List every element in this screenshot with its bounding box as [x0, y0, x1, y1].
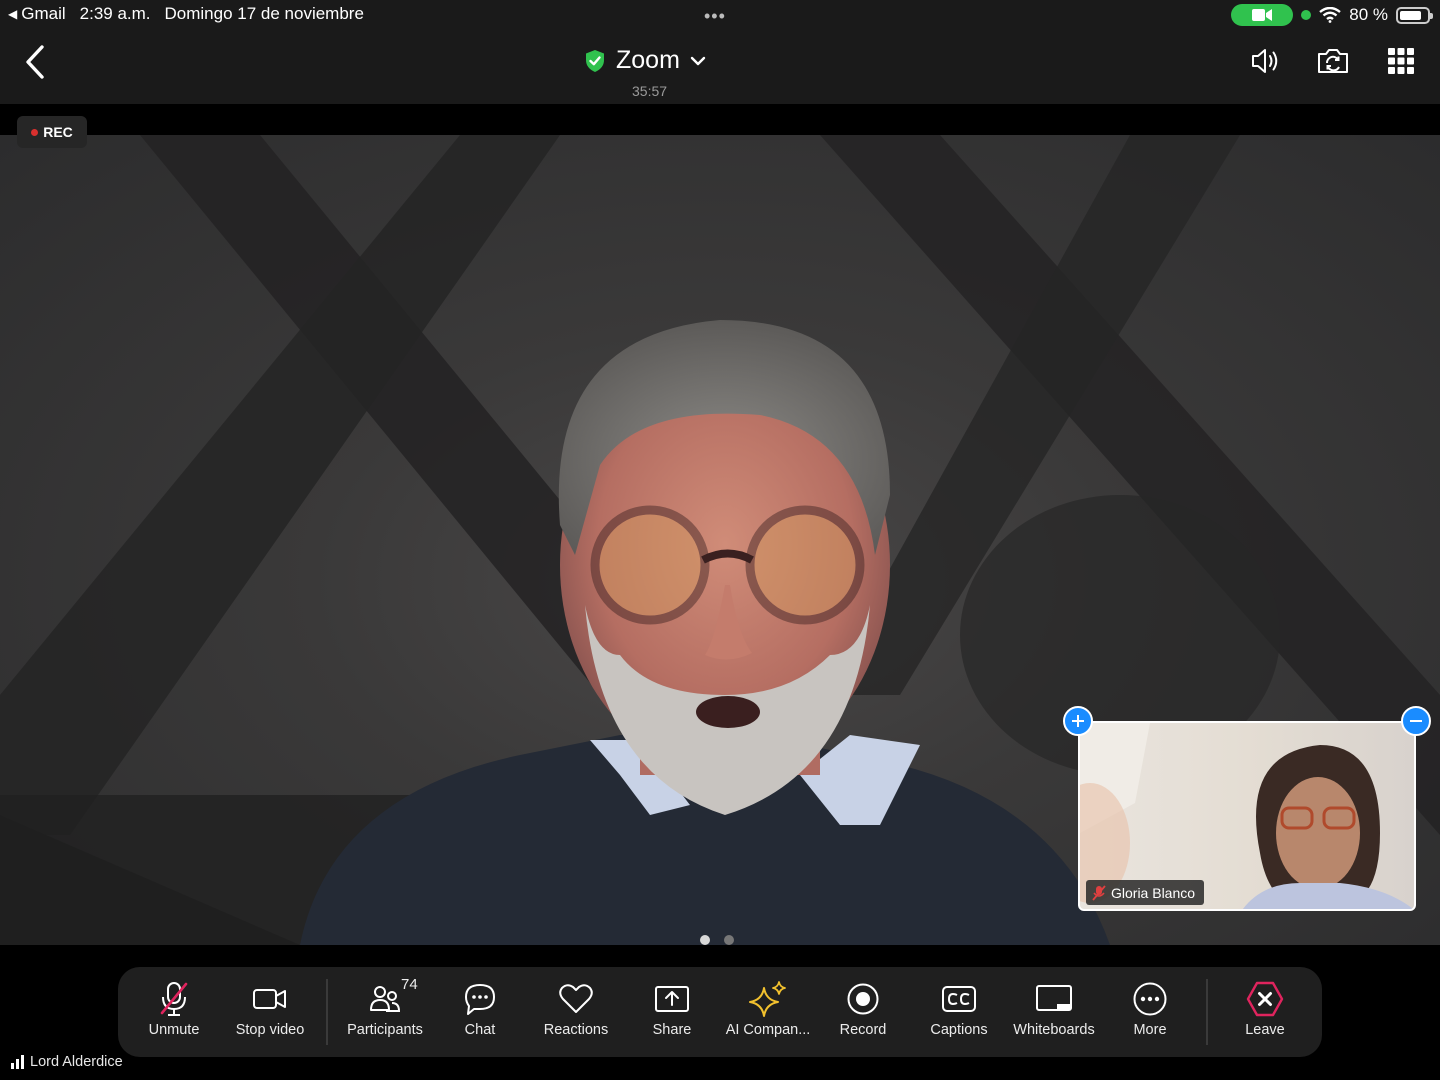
muted-mic-icon [1092, 884, 1106, 901]
switch-camera-button[interactable] [1315, 44, 1349, 78]
gallery-view-button[interactable] [1384, 44, 1418, 78]
recording-label: REC [43, 124, 73, 140]
recording-badge: REC [17, 116, 87, 148]
chat-button[interactable]: Chat [432, 979, 528, 1049]
ai-companion-label: AI Compan... [725, 1022, 811, 1038]
share-button[interactable]: Share [624, 979, 720, 1049]
closed-captions-icon [942, 986, 976, 1012]
more-label: More [1133, 1022, 1167, 1038]
captions-button[interactable]: Captions [911, 979, 1007, 1049]
participants-label: Participants [347, 1022, 423, 1038]
sparkle-icon [749, 981, 786, 1017]
self-view-video[interactable]: Gloria Blanco [1078, 721, 1416, 911]
share-screen-icon [655, 986, 689, 1012]
stop-video-button[interactable]: Stop video [222, 979, 318, 1049]
unmute-button[interactable]: Unmute [126, 979, 222, 1049]
page-dot-1[interactable] [700, 935, 710, 945]
unmute-label: Unmute [148, 1022, 200, 1038]
page-indicator[interactable] [700, 935, 734, 945]
leave-button[interactable]: Leave [1217, 979, 1313, 1049]
meeting-title: Zoom [616, 46, 680, 74]
active-speaker-name: Lord Alderdice [30, 1054, 123, 1070]
participants-count: 74 [401, 976, 418, 993]
meeting-duration: 35:57 [632, 83, 668, 99]
microphone-muted-icon [160, 982, 188, 1016]
more-options-icon [1133, 982, 1167, 1016]
whiteboards-label: Whiteboards [1013, 1022, 1095, 1038]
privacy-dot [1301, 10, 1312, 20]
whiteboard-icon [1036, 985, 1072, 1011]
minus-icon [1410, 720, 1422, 722]
camera-in-use-indicator [1231, 4, 1294, 26]
shield-check-icon [586, 49, 604, 72]
speaker-button[interactable] [1248, 44, 1282, 78]
toolbar-separator [1206, 979, 1208, 1045]
heart-icon [559, 984, 593, 1013]
reactions-label: Reactions [543, 1022, 609, 1038]
grid-icon [1388, 48, 1414, 74]
recording-dot-icon [31, 128, 39, 136]
status-date: Domingo 17 de noviembre [164, 4, 364, 23]
meeting-header: Zoom 35:57 [0, 30, 1440, 104]
status-bar: ◀ Gmail 2:39 a.m. Domingo 17 de noviembr… [0, 0, 1440, 30]
reactions-button[interactable]: Reactions [528, 979, 624, 1049]
multitask-dots[interactable]: ••• [704, 6, 726, 27]
meeting-title-menu[interactable]: Zoom [584, 46, 706, 75]
back-app-label: Gmail [21, 4, 66, 23]
camera-flip-icon [1318, 49, 1348, 73]
ai-companion-button[interactable]: AI Compan... [720, 979, 816, 1049]
more-button[interactable]: More [1102, 979, 1198, 1049]
status-time: 2:39 a.m. [79, 4, 151, 23]
self-view-name-tag: Gloria Blanco [1086, 880, 1205, 905]
whiteboards-button[interactable]: Whiteboards [1006, 979, 1102, 1049]
chat-bubble-icon [465, 984, 495, 1015]
toolbar-separator [326, 979, 328, 1045]
stop-video-label: Stop video [235, 1022, 305, 1038]
share-label: Share [652, 1022, 692, 1038]
back-to-app[interactable]: ◀ Gmail [8, 4, 66, 24]
participants-icon [370, 986, 401, 1012]
chevron-down-icon [690, 56, 706, 65]
leave-icon [1246, 981, 1284, 1017]
chat-label: Chat [464, 1022, 496, 1038]
chevron-left-icon [26, 45, 44, 79]
self-view-name: Gloria Blanco [1111, 884, 1196, 901]
video-camera-icon [253, 989, 286, 1009]
page-dot-2[interactable] [724, 935, 734, 945]
battery-percent: 80 % [1349, 5, 1388, 24]
video-camera-icon [1252, 9, 1273, 21]
back-triangle-icon: ◀ [8, 7, 18, 21]
battery-icon [1396, 6, 1433, 24]
speaker-icon [1252, 49, 1278, 73]
captions-label: Captions [930, 1022, 988, 1038]
signal-bars-icon [11, 1055, 24, 1069]
record-button[interactable]: Record [815, 979, 911, 1049]
meeting-toolbar: Unmute Stop video 74 Participants Chat R… [118, 967, 1322, 1057]
plus-icon [1072, 715, 1084, 727]
self-view-expand-button[interactable] [1063, 706, 1093, 736]
self-view-minimize-button[interactable] [1401, 706, 1431, 736]
record-label: Record [839, 1022, 887, 1038]
wifi-icon [1319, 7, 1341, 23]
record-icon [847, 983, 879, 1015]
active-speaker-indicator: Lord Alderdice [11, 1054, 123, 1070]
back-button[interactable] [20, 44, 52, 80]
participants-button[interactable]: 74 Participants [337, 976, 433, 1049]
leave-label: Leave [1245, 1022, 1285, 1038]
